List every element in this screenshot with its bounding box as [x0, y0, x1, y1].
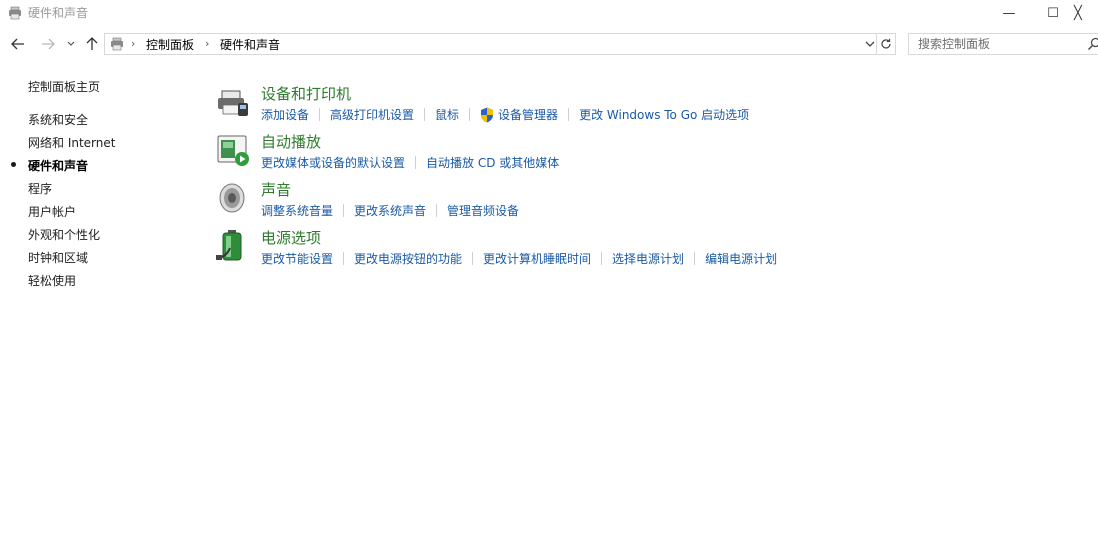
category-power-options: 电源选项 更改节能设置 更改电源按钮的功能 更改计算机睡眠时间 选择电源计划 编…: [216, 227, 1076, 271]
printer-icon[interactable]: [216, 85, 250, 119]
chevron-down-icon: [67, 41, 75, 46]
sidebar-item-appearance[interactable]: 外观和个性化: [28, 226, 100, 243]
link-divider: [319, 108, 321, 121]
close-button[interactable]: ╳: [1074, 0, 1098, 26]
link-divider: [436, 204, 438, 217]
category-links: 添加设备 高级打印机设置 鼠标 设备管理器 更改 Windows To Go 启…: [261, 106, 749, 123]
category-title[interactable]: 声音: [261, 179, 291, 200]
link-windows-to-go[interactable]: 更改 Windows To Go 启动选项: [579, 106, 749, 123]
link-manage-audio-devices[interactable]: 管理音频设备: [447, 202, 519, 219]
category-devices-printers: 设备和打印机 添加设备 高级打印机设置 鼠标 设备管理器 更改 Windows …: [216, 83, 1076, 127]
link-edit-power-plan[interactable]: 编辑电源计划: [705, 250, 777, 267]
recent-locations-button[interactable]: [64, 30, 78, 58]
close-icon: ╳: [1074, 5, 1082, 21]
sidebar-item-home[interactable]: 控制面板主页: [28, 78, 100, 95]
current-item-bullet: [11, 162, 16, 167]
link-device-manager-label[interactable]: 设备管理器: [498, 106, 558, 123]
category-title[interactable]: 自动播放: [261, 131, 321, 152]
forward-arrow-icon: [42, 38, 55, 50]
sidebar-item-programs[interactable]: 程序: [28, 180, 52, 197]
sidebar-item-user-accounts[interactable]: 用户帐户: [28, 203, 76, 220]
address-bar[interactable]: › 控制面板 › 硬件和声音: [104, 33, 877, 55]
category-links: 更改媒体或设备的默认设置 自动播放 CD 或其他媒体: [261, 154, 559, 171]
link-divider: [694, 252, 696, 265]
minimize-button[interactable]: —: [986, 0, 1032, 26]
search-icon[interactable]: [1087, 37, 1098, 51]
breadcrumb-hardware-sound[interactable]: 硬件和声音: [220, 36, 280, 53]
shield-icon: [481, 107, 494, 122]
minimize-icon: —: [1002, 5, 1016, 21]
maximize-icon: ☐: [1047, 5, 1059, 21]
link-sleep-time[interactable]: 更改计算机睡眠时间: [483, 250, 591, 267]
autoplay-icon[interactable]: [216, 133, 250, 167]
back-arrow-icon: [11, 38, 24, 50]
refresh-icon: [881, 38, 891, 49]
control-panel-icon: [111, 37, 123, 51]
link-power-button-function[interactable]: 更改电源按钮的功能: [354, 250, 462, 267]
link-divider: [343, 252, 345, 265]
sidebar-item-hardware-sound[interactable]: 硬件和声音: [28, 157, 88, 174]
category-links: 更改节能设置 更改电源按钮的功能 更改计算机睡眠时间 选择电源计划 编辑电源计划: [261, 250, 777, 267]
up-arrow-icon: [86, 37, 98, 50]
link-divider: [343, 204, 345, 217]
link-divider: [601, 252, 603, 265]
link-mouse[interactable]: 鼠标: [435, 106, 459, 123]
link-choose-power-plan[interactable]: 选择电源计划: [612, 250, 684, 267]
link-change-default-media[interactable]: 更改媒体或设备的默认设置: [261, 154, 405, 171]
link-divider: [424, 108, 426, 121]
back-button[interactable]: [8, 30, 28, 58]
link-advanced-printer-setup[interactable]: 高级打印机设置: [330, 106, 414, 123]
link-device-manager[interactable]: 设备管理器: [480, 106, 558, 123]
chevron-down-icon[interactable]: [863, 36, 877, 52]
sidebar-item-network[interactable]: 网络和 Internet: [28, 134, 115, 151]
link-adjust-volume[interactable]: 调整系统音量: [261, 202, 333, 219]
link-change-power-saving[interactable]: 更改节能设置: [261, 250, 333, 267]
control-panel-icon: [9, 6, 21, 20]
window-title: 硬件和声音: [28, 6, 89, 20]
sidebar-item-ease-of-access[interactable]: 轻松使用: [28, 272, 76, 289]
forward-button[interactable]: [38, 30, 58, 58]
breadcrumb-separator[interactable]: ›: [205, 37, 209, 50]
navigation-bar: › 控制面板 › 硬件和声音: [0, 30, 1098, 58]
search-box[interactable]: [908, 33, 1098, 55]
link-divider: [568, 108, 570, 121]
category-title[interactable]: 电源选项: [261, 227, 321, 248]
battery-icon[interactable]: [216, 229, 250, 263]
link-autoplay-cd[interactable]: 自动播放 CD 或其他媒体: [426, 154, 559, 171]
maximize-button[interactable]: ☐: [1030, 0, 1076, 26]
sidebar-item-system-security[interactable]: 系统和安全: [28, 111, 88, 128]
title-bar: 硬件和声音 — ☐ ╳: [0, 0, 1098, 26]
link-add-device[interactable]: 添加设备: [261, 106, 309, 123]
category-title[interactable]: 设备和打印机: [261, 83, 351, 104]
up-button[interactable]: [83, 30, 101, 58]
breadcrumb-control-panel[interactable]: 控制面板: [146, 36, 194, 53]
link-divider: [472, 252, 474, 265]
speaker-icon[interactable]: [216, 181, 250, 215]
category-links: 调整系统音量 更改系统声音 管理音频设备: [261, 202, 519, 219]
link-change-system-sounds[interactable]: 更改系统声音: [354, 202, 426, 219]
category-autoplay: 自动播放 更改媒体或设备的默认设置 自动播放 CD 或其他媒体: [216, 131, 1076, 175]
category-sound: 声音 调整系统音量 更改系统声音 管理音频设备: [216, 179, 1076, 223]
breadcrumb-separator[interactable]: ›: [131, 37, 135, 50]
search-input[interactable]: [909, 34, 1094, 54]
sidebar-item-clock-region[interactable]: 时钟和区域: [28, 249, 88, 266]
link-divider: [469, 108, 471, 121]
refresh-button[interactable]: [877, 33, 896, 55]
link-divider: [415, 156, 417, 169]
